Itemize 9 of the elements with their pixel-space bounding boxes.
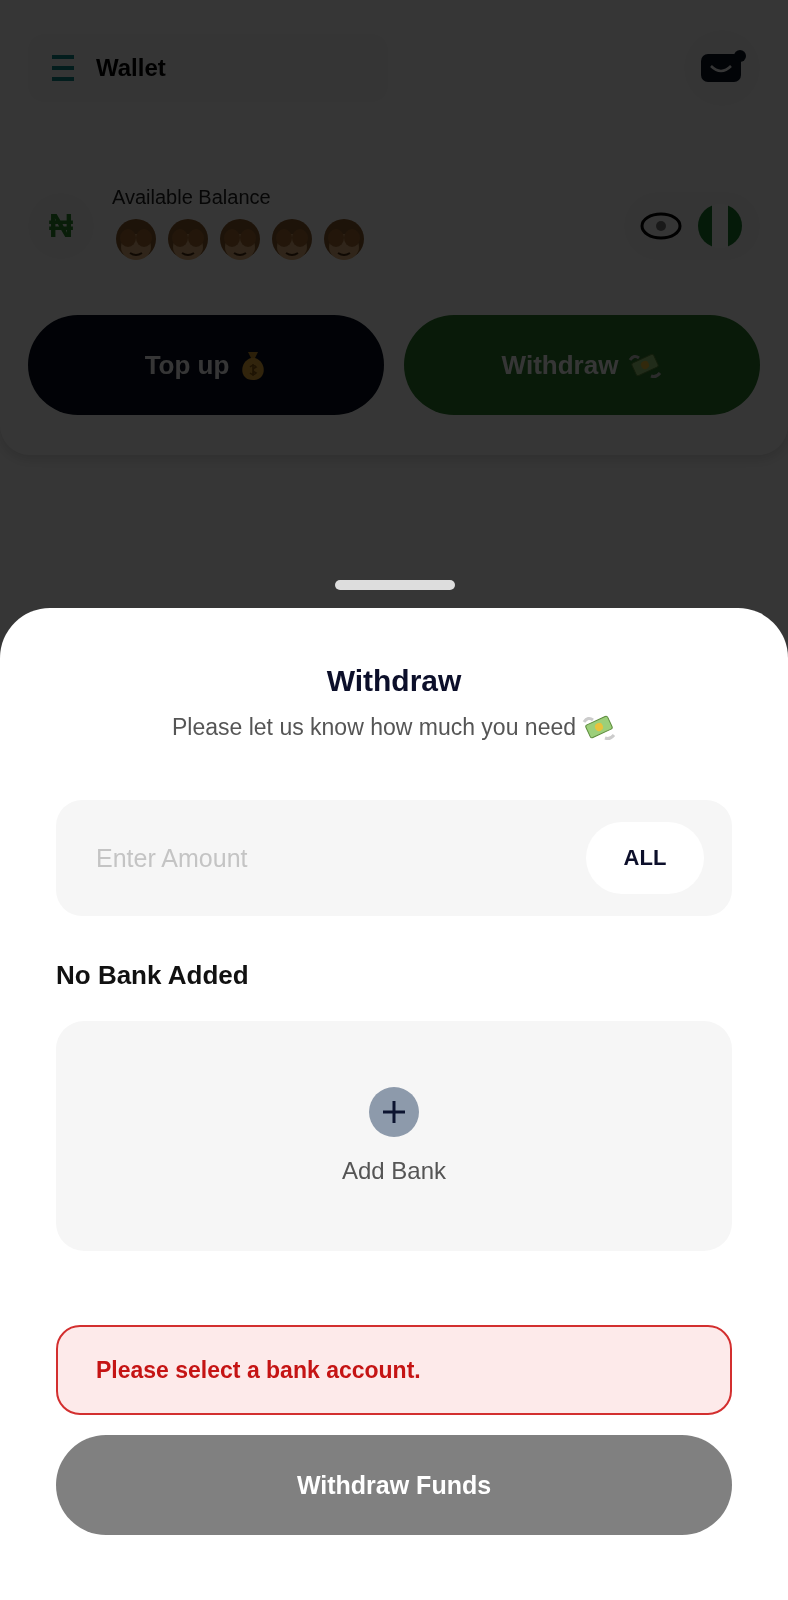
- bank-section-label: No Bank Added: [56, 960, 250, 991]
- error-message: Please select a bank account.: [56, 1325, 732, 1415]
- sheet-handle[interactable]: [335, 580, 455, 590]
- add-bank-card[interactable]: Add Bank: [56, 1021, 732, 1251]
- sheet-subtitle: Please let us know how much you need: [172, 713, 576, 741]
- sheet-title: Withdraw: [325, 664, 463, 698]
- plus-icon: [369, 1087, 419, 1137]
- add-bank-label: Add Bank: [341, 1157, 447, 1185]
- all-button[interactable]: ALL: [586, 822, 704, 894]
